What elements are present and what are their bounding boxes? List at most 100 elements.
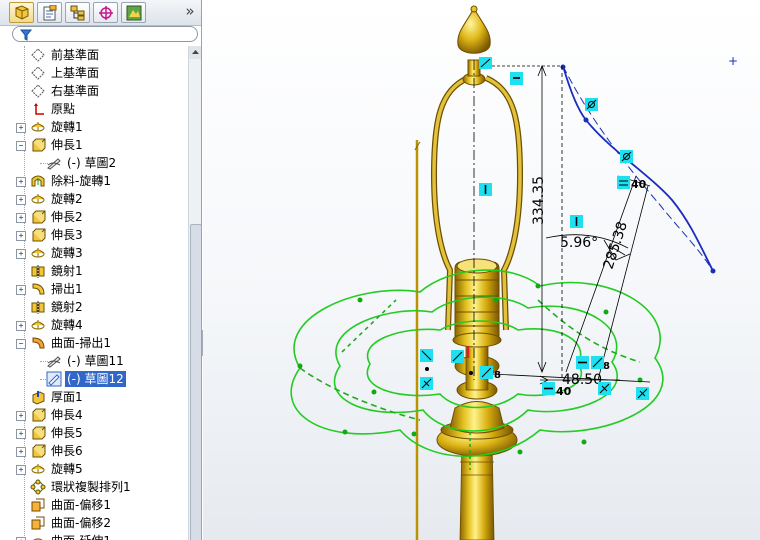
tree-item-24[interactable]: 環狀複製排列1 — [0, 478, 188, 496]
tree-item-5[interactable]: − 伸長1 — [0, 136, 188, 154]
feature-manager-panel: » 前基準面 上基準面 右基準面 原點 + 旋轉1 − 伸長1 (-) 草圖2 + 除料-旋轉1 + 旋… — [0, 0, 202, 540]
sketch-icon — [46, 353, 62, 369]
tree-item-label: 曲面-延伸1 — [49, 533, 113, 540]
dim-small-d[interactable]: 8 — [603, 361, 610, 372]
sweep-icon — [30, 281, 46, 297]
tree-item-label: 除料-旋轉1 — [51, 174, 111, 188]
tree-item-6[interactable]: (-) 草圖2 — [0, 154, 188, 172]
expand-icon[interactable]: + — [16, 447, 26, 457]
feature-filter-input[interactable] — [12, 26, 198, 42]
collapse-icon[interactable]: − — [16, 339, 26, 349]
tree-item-20[interactable]: + 伸長4 — [0, 406, 188, 424]
coincident-relation-icon[interactable] — [451, 350, 464, 363]
tree-item-13[interactable]: + 掃出1 — [0, 280, 188, 298]
graphics-viewport[interactable]: + 334.35 5.96° 285.38 48.50 40 40 8 8 — [203, 0, 760, 540]
extrude-icon — [30, 137, 46, 153]
expand-icon[interactable]: + — [16, 285, 26, 295]
tree-item-15[interactable]: + 旋轉4 — [0, 316, 188, 334]
extrude-icon — [30, 443, 46, 459]
dim-small-b[interactable]: 40 — [631, 178, 647, 191]
dim-slant[interactable]: 285.38 — [601, 220, 631, 272]
plane-icon — [30, 47, 46, 63]
expand-icon[interactable]: + — [16, 411, 26, 421]
tree-item-19[interactable]: 厚面1 — [0, 388, 188, 406]
expand-icon[interactable]: + — [16, 321, 26, 331]
expand-icon[interactable]: + — [16, 195, 26, 205]
filter-funnel-icon — [20, 29, 32, 41]
scroll-up-arrow[interactable] — [189, 46, 201, 59]
display-manager-tab[interactable] — [121, 2, 146, 23]
tree-item-11[interactable]: + 旋轉3 — [0, 244, 188, 262]
thicken-icon — [30, 389, 46, 405]
tree-item-10[interactable]: + 伸長3 — [0, 226, 188, 244]
coincident-relation-icon[interactable] — [479, 57, 492, 69]
coincident-relation-icon[interactable] — [480, 366, 493, 379]
tree-item-label: 曲面-掃出1 — [51, 336, 111, 350]
tree-item-label: 旋轉4 — [51, 318, 83, 332]
tree-item-14[interactable]: 鏡射2 — [0, 298, 188, 316]
tree-item-23[interactable]: + 旋轉5 — [0, 460, 188, 478]
expand-icon[interactable]: + — [16, 429, 26, 439]
tree-item-9[interactable]: + 伸長2 — [0, 208, 188, 226]
tree-item-label: 伸長5 — [51, 426, 83, 440]
tree-item-label: 曲面-偏移2 — [51, 516, 111, 530]
expand-icon[interactable]: + — [16, 177, 26, 187]
vertical-relation-icon[interactable] — [570, 215, 583, 228]
tree-item-25[interactable]: 曲面-偏移1 — [0, 496, 188, 514]
tree-item-17[interactable]: (-) 草圖11 — [0, 352, 188, 370]
scroll-thumb[interactable] — [190, 224, 201, 540]
coincident-relation-icon[interactable] — [420, 349, 433, 362]
tree-item-0[interactable]: 前基準面 — [0, 46, 188, 64]
tree-item-16[interactable]: − 曲面-掃出1 — [0, 334, 188, 352]
tree-item-1[interactable]: 上基準面 — [0, 64, 188, 82]
circular-pattern-icon — [30, 479, 46, 495]
expand-icon[interactable]: + — [16, 213, 26, 223]
tree-item-2[interactable]: 右基準面 — [0, 82, 188, 100]
dim-small-c[interactable]: 8 — [494, 370, 501, 381]
expand-icon[interactable]: + — [16, 465, 26, 475]
feature-manager-tab[interactable] — [9, 2, 34, 23]
horizontal-relation-icon[interactable] — [576, 356, 589, 369]
tree-scrollbar[interactable] — [188, 46, 201, 540]
pierce-relation-icon[interactable] — [598, 382, 611, 395]
dim-xpert-tab[interactable] — [93, 2, 118, 23]
vertical-relation-icon[interactable] — [479, 183, 492, 196]
model-canvas[interactable]: + 334.35 5.96° 285.38 48.50 40 40 8 8 — [203, 0, 760, 540]
tree-item-12[interactable]: 鏡射1 — [0, 262, 188, 280]
equal-relation-icon[interactable] — [617, 176, 630, 189]
expand-icon[interactable]: + — [16, 231, 26, 241]
dim-angle[interactable]: 5.96° — [560, 235, 598, 251]
tree-item-26[interactable]: 曲面-偏移2 — [0, 514, 188, 532]
collapse-panel-button[interactable]: » — [181, 3, 199, 21]
equal-relation-icon[interactable] — [510, 72, 523, 85]
pierce-relation-icon[interactable] — [636, 387, 649, 400]
tree-item-label: 旋轉2 — [51, 192, 83, 206]
property-manager-tab[interactable] — [37, 2, 62, 23]
expand-icon[interactable]: + — [16, 249, 26, 259]
revolve-icon — [30, 461, 46, 477]
tree-item-label: 前基準面 — [51, 48, 100, 62]
expand-icon[interactable]: + — [16, 123, 26, 133]
dim-height[interactable]: 334.35 — [531, 176, 547, 225]
tree-item-8[interactable]: + 旋轉2 — [0, 190, 188, 208]
tree-item-21[interactable]: + 伸長5 — [0, 424, 188, 442]
extrude-icon — [30, 407, 46, 423]
tangent-relation-icon[interactable] — [620, 150, 633, 163]
property-icon — [43, 5, 57, 21]
pierce-relation-icon[interactable] — [420, 377, 433, 390]
coincident-relation-icon[interactable] — [591, 356, 604, 369]
tree-item-22[interactable]: + 伸長6 — [0, 442, 188, 460]
panel-tab-bar: » — [0, 0, 201, 26]
tree-item-3[interactable]: 原點 — [0, 100, 188, 118]
lamp-model[interactable] — [414, 5, 524, 540]
tree-item-27[interactable]: +曲面-延伸1 — [0, 532, 188, 540]
tree-item-7[interactable]: + 除料-旋轉1 — [0, 172, 188, 190]
tangent-relation-icon[interactable] — [585, 98, 598, 111]
configuration-manager-tab[interactable] — [65, 2, 90, 23]
dim-small-a[interactable]: 40 — [556, 385, 572, 398]
tree-item-18[interactable]: (-) 草圖12 — [0, 370, 188, 388]
tree-item-label: (-) 草圖2 — [67, 156, 117, 170]
tree-item-4[interactable]: + 旋轉1 — [0, 118, 188, 136]
collapse-icon[interactable]: − — [16, 141, 26, 151]
horizontal-relation-icon[interactable] — [542, 382, 555, 395]
